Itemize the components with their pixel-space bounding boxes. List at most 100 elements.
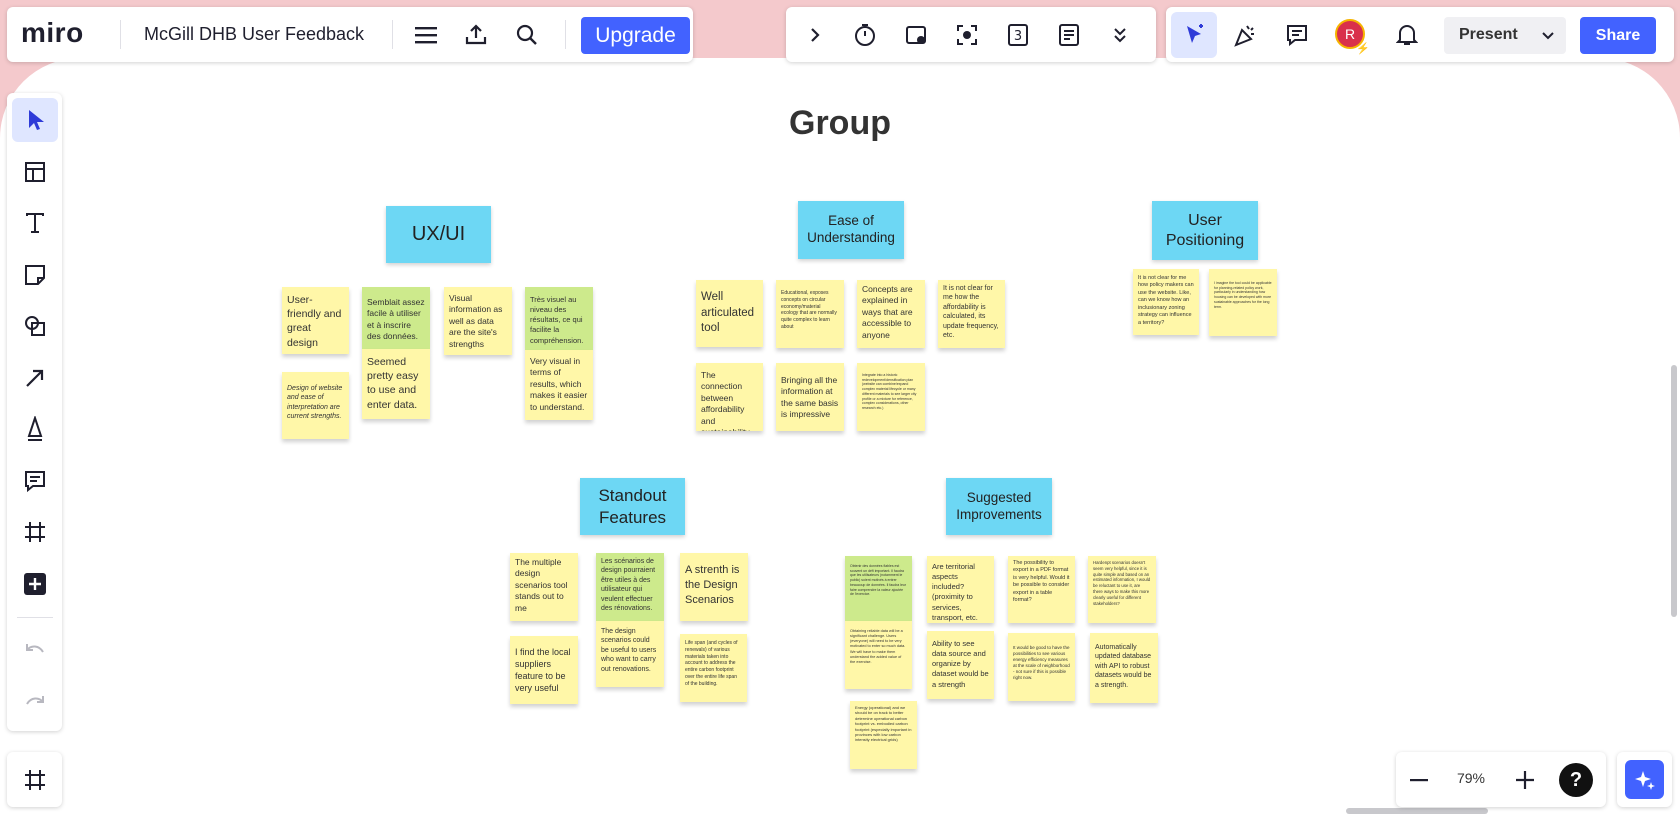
lightning-badge-icon: ⚡	[1356, 43, 1370, 55]
group-label-suggested[interactable]: Suggested Improvements	[946, 478, 1052, 535]
sticky-note-icon	[12, 253, 58, 297]
sticky-note[interactable]: Visual information as well as data are t…	[444, 287, 512, 355]
sticky-note[interactable]: Concepts are explained in ways that are …	[857, 280, 925, 348]
search-icon[interactable]	[513, 21, 541, 49]
sticky-note[interactable]: Well articulated tool	[696, 280, 763, 347]
pen-icon	[12, 407, 58, 451]
comment-icon	[12, 459, 58, 503]
zoom-level[interactable]: 79%	[1446, 770, 1496, 786]
sticky-note[interactable]: Bringing all the information at the same…	[776, 363, 844, 431]
bell-icon[interactable]	[1393, 21, 1421, 49]
sticky-note[interactable]: Hardenpt scenarios doesn't seem very hel…	[1088, 556, 1156, 623]
sticky-note[interactable]: Design of website and ease of interpreta…	[282, 372, 349, 439]
sticky-note[interactable]: It is not clear for me how policy makers…	[1133, 269, 1199, 335]
frame-icon	[12, 510, 58, 554]
sticky-note[interactable]: Semblait assez facile à utiliser et à in…	[362, 287, 430, 349]
undo-icon	[12, 629, 58, 673]
board-canvas[interactable]	[0, 58, 1680, 815]
text-icon	[12, 201, 58, 245]
minus-icon	[1410, 779, 1428, 782]
sticky-note[interactable]: The possibility to export in a PDF forma…	[1008, 556, 1075, 623]
sticky-note[interactable]: Obtenir des données fiables est souvent …	[845, 556, 912, 621]
arrow-icon	[12, 356, 58, 400]
undo-button[interactable]	[12, 629, 58, 673]
sticky-note[interactable]: Are territorial aspects included? (proxi…	[927, 556, 994, 623]
sticky-note[interactable]: The connection between affordability and…	[696, 363, 763, 431]
sticky-note[interactable]: I imagine the tool could be applicable f…	[1209, 269, 1277, 336]
frame-tool[interactable]	[12, 510, 58, 554]
board-title[interactable]: McGill DHB User Feedback	[144, 24, 364, 45]
sticky-note[interactable]: Les scénarios de design pourraient être …	[596, 553, 664, 621]
avatar-initial: R	[1344, 26, 1356, 42]
sticky-note[interactable]: The multiple design scenarios tool stand…	[510, 553, 578, 621]
present-button[interactable]: Present	[1444, 17, 1566, 54]
zoom-out-button[interactable]	[1404, 765, 1434, 795]
sticky-note[interactable]: User-friendly and great design	[282, 287, 349, 354]
vertical-scrollbar[interactable]	[1671, 365, 1677, 617]
sticky-note[interactable]: Very visual in terms of results, which m…	[525, 350, 593, 420]
templates-tool[interactable]	[12, 150, 58, 194]
reactions-icon[interactable]	[1231, 21, 1259, 49]
chevron-right-icon[interactable]	[801, 21, 829, 49]
cursor-icon	[1187, 24, 1203, 43]
horizontal-scrollbar[interactable]	[1346, 808, 1488, 814]
sticky-note[interactable]: It is not clear for me how the affordabi…	[938, 280, 1005, 348]
ai-assist-button[interactable]	[1617, 752, 1672, 807]
zoom-panel: 79% ?	[1396, 752, 1606, 807]
frames-panel-button[interactable]	[7, 752, 62, 807]
sticky-note[interactable]: I find the local suppliers feature to be…	[510, 636, 578, 704]
timer-icon[interactable]	[851, 21, 879, 49]
export-icon[interactable]	[462, 21, 490, 49]
group-label-standout[interactable]: Standout Features	[580, 478, 685, 535]
connection-line-tool[interactable]	[12, 356, 58, 400]
pointer-icon	[12, 98, 58, 142]
sticky-note-tool[interactable]	[12, 253, 58, 297]
group-label-uxui[interactable]: UX/UI	[386, 206, 491, 263]
more-apps-tool[interactable]	[12, 562, 58, 606]
notes-icon[interactable]	[1055, 21, 1083, 49]
frame-icon	[7, 752, 62, 807]
present-dropdown-chevron-icon[interactable]	[1536, 25, 1560, 47]
redo-button[interactable]	[12, 681, 58, 725]
sticky-note[interactable]: Educational, exposes concepts on circula…	[776, 280, 844, 348]
left-toolbar	[7, 93, 62, 731]
board-heading: Group	[789, 104, 891, 142]
upgrade-button[interactable]: Upgrade	[581, 17, 690, 54]
sticky-note[interactable]: Obtaining reliable data will be a signif…	[845, 621, 912, 689]
sticky-note[interactable]: It would be good to have the possibiliti…	[1008, 633, 1075, 701]
sticky-note[interactable]: Integrate into a historic redevelopment/…	[857, 363, 925, 431]
comment-icon[interactable]	[1283, 21, 1311, 49]
cursor-tool-button[interactable]	[1171, 12, 1217, 58]
miro-logo[interactable]: miro	[21, 17, 84, 49]
sticky-note[interactable]: Life span (and cycles of renewals) of va…	[680, 634, 747, 702]
zoom-in-button[interactable]	[1510, 765, 1540, 795]
text-tool[interactable]	[12, 201, 58, 245]
chevron-double-down-icon[interactable]	[1106, 21, 1134, 49]
collaboration-toolbar: R ⚡ Present Share	[1166, 7, 1674, 62]
help-button[interactable]: ?	[1559, 763, 1593, 797]
focus-icon[interactable]	[953, 21, 981, 49]
sticky-note[interactable]: Très visuel au niveau des résultats, ce …	[525, 287, 593, 350]
shapes-tool[interactable]	[12, 304, 58, 348]
top-left-toolbar: miro McGill DHB User Feedback Upgrade	[7, 7, 693, 62]
sticky-note[interactable]: The design scenarios could be useful to …	[596, 621, 664, 687]
pen-tool[interactable]	[12, 407, 58, 451]
select-tool[interactable]	[12, 98, 58, 142]
svg-text:3: 3	[1014, 29, 1022, 44]
board-tools-toolbar: 3	[786, 7, 1156, 62]
sticky-note[interactable]: Energy (operational) and we should be on…	[850, 701, 917, 769]
sticky-note[interactable]: Ability to see data source and organize …	[927, 631, 994, 699]
sparkle-icon	[1625, 760, 1664, 799]
shapes-icon	[12, 304, 58, 348]
sticky-note[interactable]: Seemed pretty easy to use and enter data…	[362, 349, 430, 419]
menu-icon[interactable]	[412, 21, 440, 49]
share-button[interactable]: Share	[1580, 17, 1656, 54]
countdown-icon[interactable]: 3	[1004, 21, 1032, 49]
voting-icon[interactable]	[902, 21, 930, 49]
comment-tool[interactable]	[12, 459, 58, 503]
group-label-user-positioning[interactable]: User Positioning	[1152, 201, 1258, 260]
sticky-note[interactable]: A strenth is the Design Scenarios	[680, 553, 748, 621]
group-label-ease[interactable]: Ease of Understanding	[798, 201, 904, 259]
sticky-note[interactable]: Automatically updated database with API …	[1090, 633, 1158, 703]
help-icon: ?	[1569, 768, 1583, 791]
